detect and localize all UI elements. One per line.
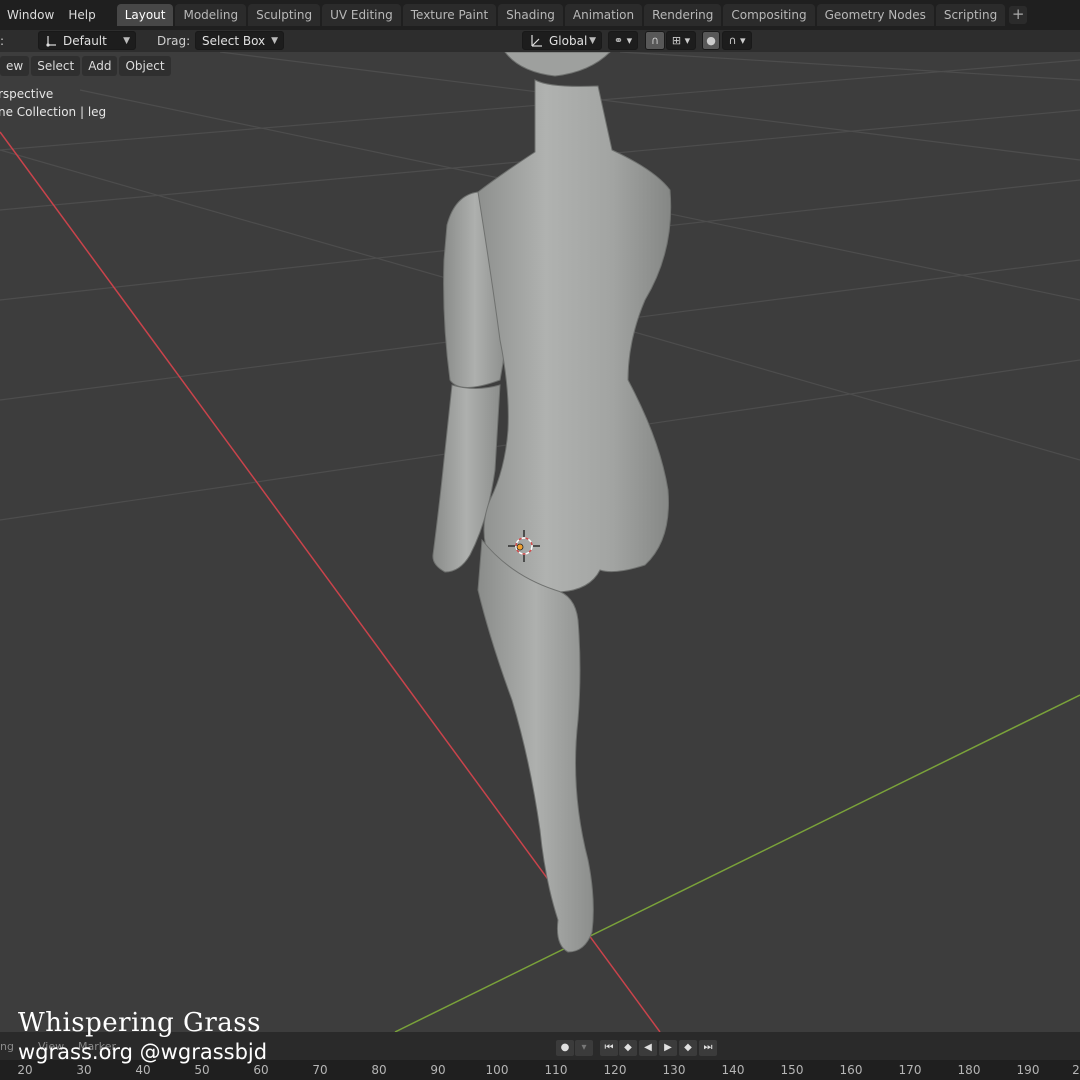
doll-torso	[477, 79, 672, 593]
tab-scripting[interactable]: Scripting	[935, 4, 1006, 26]
transform-orientation-icon	[531, 35, 542, 47]
frame-tick: 120	[603, 1063, 627, 1077]
viewport-header: ew Select Add Object	[0, 56, 171, 76]
frame-tick: 130	[662, 1063, 686, 1077]
frame-tick: 140	[721, 1063, 745, 1077]
snap-toggle-button[interactable]: ∩	[645, 31, 665, 50]
play-icon: ▶	[664, 1042, 672, 1053]
collection-info-text: ne Collection | leg	[0, 105, 107, 119]
frame-tick: 100	[485, 1063, 509, 1077]
chevron-down-icon: ▼	[123, 36, 130, 46]
chevron-down-icon: ▼	[271, 36, 278, 46]
tab-animation[interactable]: Animation	[564, 4, 643, 26]
frame-tick: 40	[135, 1063, 151, 1077]
jump-end-button[interactable]: ⏭	[699, 1040, 717, 1056]
frame-tick: 2	[1072, 1063, 1080, 1077]
timeline-menu-playback[interactable]: ng	[0, 1040, 14, 1053]
doll-leg	[477, 538, 594, 953]
tab-geometry-nodes[interactable]: Geometry Nodes	[816, 4, 934, 26]
next-keyframe-button[interactable]: ◆	[679, 1040, 697, 1056]
mode-label-fragment: :	[0, 34, 5, 48]
3d-viewport[interactable]: ew Select Add Object rspective ne Collec…	[0, 52, 1080, 1032]
tool-settings-bar: : Default ▼ Drag: Select Box ▼ Global ▼ …	[0, 30, 1080, 52]
watermark-subtitle: wgrass.org @wgrassbjd	[18, 1040, 268, 1064]
doll-head	[504, 52, 611, 77]
play-reverse-icon: ◀	[644, 1042, 652, 1053]
play-reverse-button[interactable]: ◀	[639, 1040, 657, 1056]
orientation-value: Default	[63, 34, 107, 48]
view-name-text: rspective	[0, 87, 54, 101]
drag-dropdown[interactable]: Select Box ▼	[195, 31, 284, 50]
orientation-dropdown[interactable]: Default ▼	[38, 31, 136, 50]
prev-keyframe-button[interactable]: ◆	[619, 1040, 637, 1056]
viewport-scene	[0, 52, 1080, 1032]
frame-tick: 180	[957, 1063, 981, 1077]
menu-window[interactable]: Window	[0, 3, 61, 27]
frame-tick: 20	[17, 1063, 33, 1077]
menu-help[interactable]: Help	[61, 3, 102, 27]
falloff-curve-icon: ∩ ▾	[728, 34, 746, 47]
frame-tick: 50	[194, 1063, 210, 1077]
drag-label: Drag:	[157, 34, 191, 48]
snap-increment-icon: ⊞ ▾	[671, 34, 691, 47]
frame-tick: 150	[780, 1063, 804, 1077]
tab-rendering[interactable]: Rendering	[644, 4, 722, 26]
pivot-axes-icon	[46, 36, 56, 47]
frame-tick: 110	[544, 1063, 568, 1077]
frame-tick: 160	[839, 1063, 863, 1077]
proportional-dot-icon: ●	[706, 34, 716, 47]
snap-target-button[interactable]: ⊞ ▾	[666, 31, 696, 50]
chevron-down-icon: ▾	[581, 1042, 587, 1053]
tab-layout[interactable]: Layout	[116, 4, 174, 26]
viewport-menu-select[interactable]: Select	[31, 56, 81, 76]
transform-orientation-value: Global	[549, 34, 588, 48]
tab-sculpting[interactable]: Sculpting	[248, 4, 321, 26]
top-menu-bar: Window Help Layout Modeling Sculpting UV…	[0, 0, 1080, 30]
record-options-button[interactable]: ▾	[575, 1040, 593, 1056]
tab-uv-editing[interactable]: UV Editing	[322, 4, 401, 26]
add-workspace-button[interactable]: +	[1009, 6, 1028, 24]
transform-orientation-dropdown[interactable]: Global ▼	[522, 31, 602, 50]
jump-start-button[interactable]: ⏮	[600, 1040, 618, 1056]
next-keyframe-icon: ◆	[684, 1042, 692, 1053]
tab-compositing[interactable]: Compositing	[723, 4, 815, 26]
pivot-point-button[interactable]: ⚭ ▾	[608, 31, 638, 50]
falloff-button[interactable]: ∩ ▾	[722, 31, 752, 50]
watermark-title: Whispering Grass	[18, 1008, 261, 1038]
tab-texture-paint[interactable]: Texture Paint	[402, 4, 497, 26]
frame-tick: 30	[76, 1063, 92, 1077]
tab-modeling[interactable]: Modeling	[175, 4, 247, 26]
frame-tick: 90	[430, 1063, 446, 1077]
viewport-menu-add[interactable]: Add	[82, 56, 118, 76]
pivot-link-icon: ⚭ ▾	[613, 34, 633, 47]
record-dot-icon: ●	[560, 1042, 570, 1053]
viewport-menu-object[interactable]: Object	[119, 56, 171, 76]
play-button[interactable]: ▶	[659, 1040, 677, 1056]
viewport-menu-view[interactable]: ew	[0, 56, 30, 76]
chevron-down-icon: ▼	[589, 36, 596, 46]
record-button[interactable]: ●	[556, 1040, 574, 1056]
jump-start-icon: ⏮	[604, 1042, 614, 1053]
proportional-edit-button[interactable]: ●	[702, 31, 720, 50]
y-axis-line	[394, 694, 1080, 1032]
drag-value: Select Box	[202, 34, 266, 48]
magnet-icon: ∩	[650, 34, 660, 47]
frame-tick: 190	[1016, 1063, 1040, 1077]
object-origin-dot	[516, 543, 524, 551]
tab-shading[interactable]: Shading	[498, 4, 563, 26]
frame-tick: 80	[371, 1063, 387, 1077]
workspace-tabs: Layout Modeling Sculpting UV Editing Tex…	[116, 0, 1028, 30]
prev-keyframe-icon: ◆	[624, 1042, 632, 1053]
frame-tick: 170	[898, 1063, 922, 1077]
doll-model[interactable]	[432, 52, 672, 953]
jump-end-icon: ⏭	[703, 1042, 713, 1053]
frame-tick: 60	[253, 1063, 269, 1077]
frame-tick: 70	[312, 1063, 328, 1077]
